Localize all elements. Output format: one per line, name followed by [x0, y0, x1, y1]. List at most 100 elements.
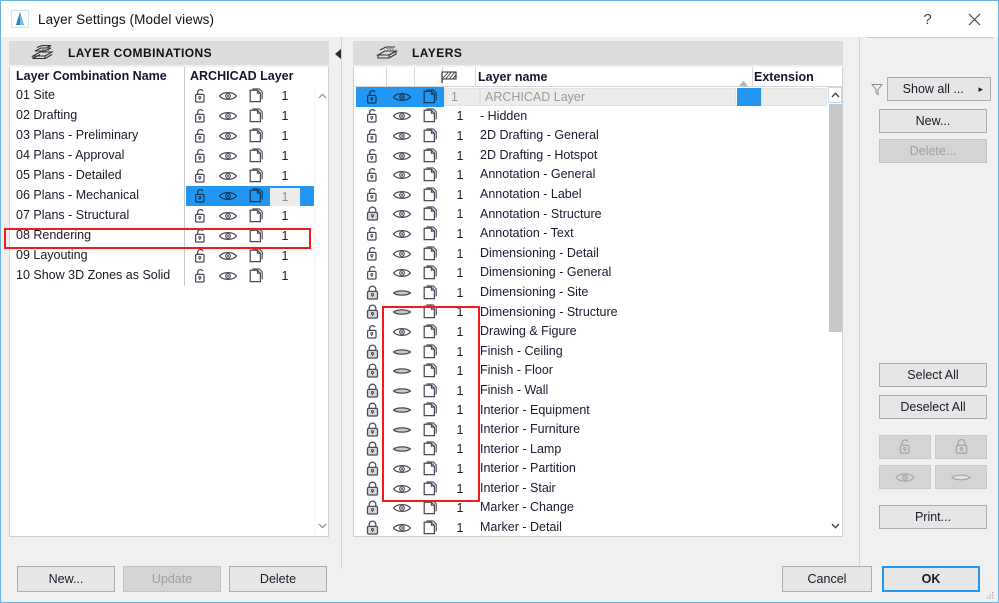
lock-toggle[interactable]: [356, 420, 388, 440]
pen-value[interactable]: 1: [444, 185, 476, 205]
pen-field[interactable]: 1: [444, 87, 480, 107]
pen-value[interactable]: 1: [444, 126, 476, 146]
scroll-down-button[interactable]: [315, 518, 329, 534]
help-button[interactable]: ?: [905, 2, 950, 37]
layer-row[interactable]: 1 2D Drafting - Hotspot: [354, 146, 828, 166]
lock-toggle[interactable]: [356, 126, 388, 146]
scroll-up-button[interactable]: [828, 87, 842, 103]
visibility-toggle[interactable]: [388, 205, 416, 225]
layer-row[interactable]: 1 Interior - Furniture: [354, 420, 828, 440]
layer-name-field[interactable]: ARCHICAD Layer: [480, 87, 736, 107]
layer-row[interactable]: 1 Dimensioning - General: [354, 263, 828, 283]
layer-combination-row[interactable]: 04 Plans - Approval 1: [10, 146, 314, 166]
lock-toggle[interactable]: [186, 168, 214, 184]
lock-toggle[interactable]: [356, 303, 388, 323]
layer-row[interactable]: 1 - Hidden: [354, 107, 828, 127]
column-header-combination-name[interactable]: Layer Combination Name: [16, 69, 167, 83]
wireframe-toggle[interactable]: [416, 342, 444, 362]
layer-combination-row[interactable]: 10 Show 3D Zones as Solid 1: [10, 266, 314, 286]
wireframe-toggle[interactable]: [416, 459, 444, 479]
pen-value[interactable]: 1: [444, 303, 476, 323]
lock-toggle[interactable]: [356, 381, 388, 401]
visibility-toggle[interactable]: [388, 518, 416, 536]
visibility-toggle[interactable]: [388, 322, 416, 342]
scroll-down-button[interactable]: [828, 518, 842, 534]
pen-value[interactable]: 1: [444, 107, 476, 127]
layer-row[interactable]: 1 Marker - Detail: [354, 518, 828, 536]
layer-row[interactable]: 1 Interior - Stair: [354, 479, 828, 499]
pen-value[interactable]: 1: [444, 165, 476, 185]
layer-combinations-scrollbar[interactable]: [314, 86, 328, 536]
select-all-button[interactable]: Select All: [879, 363, 987, 387]
visibility-toggle[interactable]: [214, 130, 242, 142]
layer-row[interactable]: 1 Drawing & Figure: [354, 322, 828, 342]
layer-combination-row[interactable]: 01 Site 1: [10, 86, 314, 106]
layer-combination-row[interactable]: 05 Plans - Detailed 1: [10, 166, 314, 186]
lock-toggle[interactable]: [356, 401, 388, 421]
lock-toggle[interactable]: [356, 342, 388, 362]
pen-value[interactable]: 1: [444, 263, 476, 283]
pen-value[interactable]: 1: [444, 342, 476, 362]
lock-toggle[interactable]: [356, 459, 388, 479]
layer-row[interactable]: 1 Finish - Wall: [354, 381, 828, 401]
scrollbar-thumb[interactable]: [829, 104, 842, 332]
wireframe-toggle[interactable]: [416, 479, 444, 499]
wireframe-toggle[interactable]: [242, 248, 270, 264]
layer-combination-row[interactable]: 03 Plans - Preliminary 1: [10, 126, 314, 146]
pen-value[interactable]: 1: [444, 205, 476, 225]
combination-delete-button[interactable]: Delete: [229, 566, 327, 592]
wireframe-toggle[interactable]: [416, 401, 444, 421]
lock-toggle[interactable]: [356, 107, 388, 127]
wireframe-toggle[interactable]: [242, 268, 270, 284]
resize-grip[interactable]: [984, 589, 994, 599]
visibility-toggle[interactable]: [388, 185, 416, 205]
pen-value[interactable]: 1: [444, 283, 476, 303]
pen-value[interactable]: 1: [270, 169, 300, 183]
ok-button[interactable]: OK: [882, 566, 980, 592]
layer-row[interactable]: 1 Dimensioning - Detail: [354, 244, 828, 264]
wireframe-toggle[interactable]: [416, 146, 444, 166]
pen-value[interactable]: 1: [444, 224, 476, 244]
lock-toggle[interactable]: [186, 88, 214, 104]
wireframe-toggle[interactable]: [416, 205, 444, 225]
layer-row[interactable]: 1 Annotation - Label: [354, 185, 828, 205]
lock-toggle[interactable]: [186, 248, 214, 264]
visibility-toggle[interactable]: [388, 420, 416, 440]
pen-value[interactable]: 1: [444, 518, 476, 536]
lock-toggle[interactable]: [356, 498, 388, 518]
lock-toggle[interactable]: [356, 361, 388, 381]
extension-field[interactable]: [761, 87, 827, 107]
lock-toggle[interactable]: [356, 146, 388, 166]
layer-combination-row[interactable]: 02 Drafting 1: [10, 106, 314, 126]
visibility-toggle[interactable]: [388, 342, 416, 362]
lock-toggle[interactable]: [356, 479, 388, 499]
wireframe-toggle[interactable]: [416, 126, 444, 146]
wireframe-toggle[interactable]: [416, 518, 444, 536]
lock-toggle[interactable]: [186, 208, 214, 224]
layer-row[interactable]: 1 Annotation - Text: [354, 224, 828, 244]
column-header-archicad-layer[interactable]: ARCHICAD Layer: [190, 69, 294, 83]
cancel-button[interactable]: Cancel: [782, 566, 872, 592]
lock-toggle[interactable]: [356, 224, 388, 244]
pen-value[interactable]: 1: [270, 129, 300, 143]
lock-toggle[interactable]: [186, 188, 214, 204]
column-header-layer-name[interactable]: Layer name: [478, 70, 547, 84]
visibility-toggle[interactable]: [388, 459, 416, 479]
lock-toggle[interactable]: [356, 87, 388, 107]
wireframe-toggle[interactable]: [242, 88, 270, 104]
show-all-filter-button[interactable]: Show all ... ▸: [887, 77, 991, 101]
layer-row[interactable]: 1 Annotation - General: [354, 165, 828, 185]
visibility-toggle[interactable]: [388, 224, 416, 244]
pen-value[interactable]: 1: [270, 149, 300, 163]
layer-combination-row[interactable]: 06 Plans - Mechanical 1: [10, 186, 322, 206]
pen-value[interactable]: 1: [444, 146, 476, 166]
pen-value[interactable]: 1: [444, 401, 476, 421]
layer-combinations-list[interactable]: Layer Combination Name ARCHICAD Layer 01…: [9, 67, 329, 537]
combination-new-button[interactable]: New...: [17, 566, 115, 592]
lock-toggle[interactable]: [356, 322, 388, 342]
lock-toggle[interactable]: [356, 263, 388, 283]
visibility-toggle[interactable]: [214, 270, 242, 282]
layer-combination-row[interactable]: 08 Rendering 1: [10, 226, 314, 246]
visibility-toggle[interactable]: [214, 170, 242, 182]
lock-toggle[interactable]: [356, 185, 388, 205]
